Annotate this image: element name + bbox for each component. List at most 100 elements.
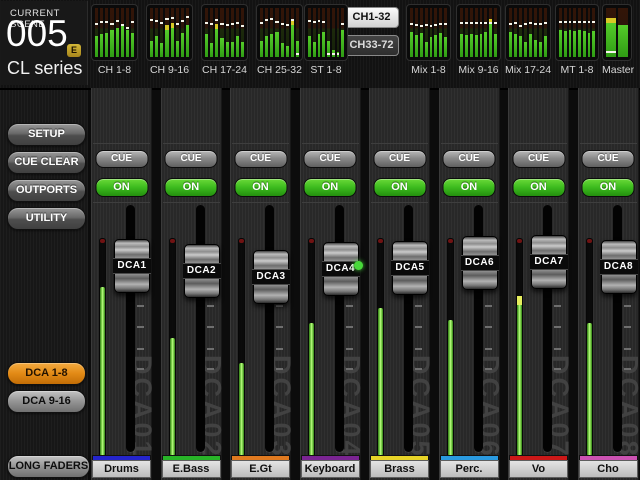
setup-button[interactable]: SETUP	[7, 123, 86, 146]
meter-block-ch-17-24[interactable]: CH 17-24	[201, 4, 248, 76]
bank-button-ch33-72[interactable]: CH33-72	[344, 35, 399, 56]
channel-name[interactable]: Drums	[92, 460, 151, 478]
channel-name[interactable]: E.Gt	[231, 460, 290, 478]
dca-9-16-button[interactable]: DCA 9-16	[7, 390, 86, 413]
on-button[interactable]: ON	[234, 178, 287, 197]
fader-position-mark	[425, 24, 428, 26]
fader-knob[interactable]: DCA1	[114, 239, 150, 293]
divider	[232, 202, 289, 203]
meter-bar-fill	[275, 32, 278, 57]
meter-bar	[559, 8, 562, 57]
on-button[interactable]: ON	[582, 178, 635, 197]
fader-knob[interactable]: DCA7	[531, 235, 567, 289]
fader-scale-tick	[207, 368, 214, 370]
utility-button[interactable]: UTILITY	[7, 207, 86, 230]
fader-position-mark	[165, 18, 168, 20]
fader-knob[interactable]: DCA6	[462, 236, 498, 290]
cue-button[interactable]: CUE	[234, 150, 287, 168]
fader-position-mark	[480, 22, 483, 24]
meter-peak-led	[309, 239, 314, 243]
level-meter	[586, 238, 593, 457]
channel-name[interactable]: Cho	[579, 460, 638, 478]
on-button[interactable]: ON	[512, 178, 565, 197]
fader-position-mark	[265, 19, 268, 21]
scene-panel[interactable]: CURRENT SCENE 005 E CL series	[1, 1, 88, 85]
fader-position-mark	[573, 21, 576, 23]
meter-block-mix-9-16[interactable]: Mix 9-16	[456, 4, 501, 76]
on-button[interactable]: ON	[373, 178, 426, 197]
meter-bar	[544, 8, 547, 57]
fader-scale-tick	[554, 305, 561, 307]
fader-position-mark	[105, 21, 108, 23]
meter-block-mt-1-8[interactable]: MT 1-8	[555, 4, 599, 76]
channel-strip-dca03: CUEONDCA03DCA3E.Gt	[230, 88, 291, 480]
cue-button[interactable]: CUE	[443, 150, 496, 168]
meter-bar-fill	[544, 36, 547, 57]
cue-button[interactable]: CUE	[95, 150, 148, 168]
channel-strip-dca02: CUEONDCA02DCA2E.Bass	[161, 88, 222, 480]
channel-name[interactable]: Brass	[370, 460, 429, 478]
meter-block-st-1-8[interactable]: ST 1-8	[304, 4, 348, 76]
fader-scale-tick	[415, 368, 422, 370]
meter-bar-fill	[559, 30, 562, 57]
fader-position-mark	[494, 22, 497, 24]
on-button[interactable]: ON	[165, 178, 218, 197]
fader-position-mark	[583, 21, 586, 23]
meter-bar	[588, 8, 591, 57]
meter-block-ch-25-32[interactable]: CH 25-32	[256, 4, 303, 76]
bank-button-ch1-32[interactable]: CH1-32	[344, 7, 399, 28]
fader-scale-tick	[415, 348, 422, 350]
meter-bar	[165, 8, 168, 57]
fader-position-mark	[489, 22, 492, 24]
meter-bar-fill	[569, 30, 572, 57]
cue-button[interactable]: CUE	[304, 150, 357, 168]
outports-button[interactable]: OUTPORTS	[7, 179, 86, 202]
meter-block-master[interactable]: Master	[602, 4, 632, 76]
long-faders-button[interactable]: LONG FADERS	[7, 455, 90, 478]
fader-position-mark	[121, 24, 124, 26]
fader-position-mark	[186, 16, 189, 18]
meter-peak-led	[448, 239, 453, 243]
fader-knob[interactable]: DCA2	[184, 244, 220, 298]
fader-knob[interactable]: DCA8	[601, 240, 637, 294]
meter-bar-fill	[425, 42, 428, 57]
meter-block-mix-1-8[interactable]: Mix 1-8	[406, 4, 451, 76]
meter-block-ch-1-8[interactable]: CH 1-8	[91, 4, 138, 76]
fader-knob[interactable]: DCA4	[323, 242, 359, 296]
divider	[302, 143, 359, 144]
meter-bar	[573, 8, 576, 57]
cue-button[interactable]: CUE	[582, 150, 635, 168]
meter-bar	[534, 8, 537, 57]
meter-fill	[378, 308, 383, 456]
cue-button[interactable]: CUE	[373, 150, 426, 168]
fader-scale-tick	[276, 305, 283, 307]
channel-name[interactable]: Vo	[509, 460, 568, 478]
fader-knob[interactable]: DCA3	[253, 250, 289, 304]
fader-position-mark	[313, 21, 316, 23]
channel-name[interactable]: Perc.	[440, 460, 499, 478]
fader-knob[interactable]: DCA5	[392, 241, 428, 295]
cue-button[interactable]: CUE	[165, 150, 218, 168]
meter-block-label: CH 17-24	[201, 64, 248, 76]
cue-clear-button[interactable]: CUE CLEAR	[7, 151, 86, 174]
meter-block-mix-17-24[interactable]: Mix 17-24	[505, 4, 551, 76]
meter-bar	[489, 8, 492, 57]
meter-bar-fill	[578, 30, 581, 57]
meter-box	[146, 4, 193, 61]
meter-box	[406, 4, 451, 61]
channel-name[interactable]: E.Bass	[162, 460, 221, 478]
meter-bar-fill	[524, 42, 527, 57]
cue-button[interactable]: CUE	[512, 150, 565, 168]
channel-name[interactable]: Keyboard	[301, 460, 360, 478]
fader-position-mark	[337, 53, 340, 55]
level-meter	[238, 238, 245, 457]
meter-block-ch-9-16[interactable]: CH 9-16	[146, 4, 193, 76]
on-button[interactable]: ON	[443, 178, 496, 197]
meter-bar-fill	[210, 43, 213, 57]
fader-position-mark	[291, 19, 294, 21]
meter-bar-fill	[205, 34, 208, 57]
dca-1-8-button[interactable]: DCA 1-8	[7, 362, 86, 385]
meter-bar-fill	[95, 36, 98, 57]
on-button[interactable]: ON	[95, 178, 148, 197]
on-button[interactable]: ON	[304, 178, 357, 197]
